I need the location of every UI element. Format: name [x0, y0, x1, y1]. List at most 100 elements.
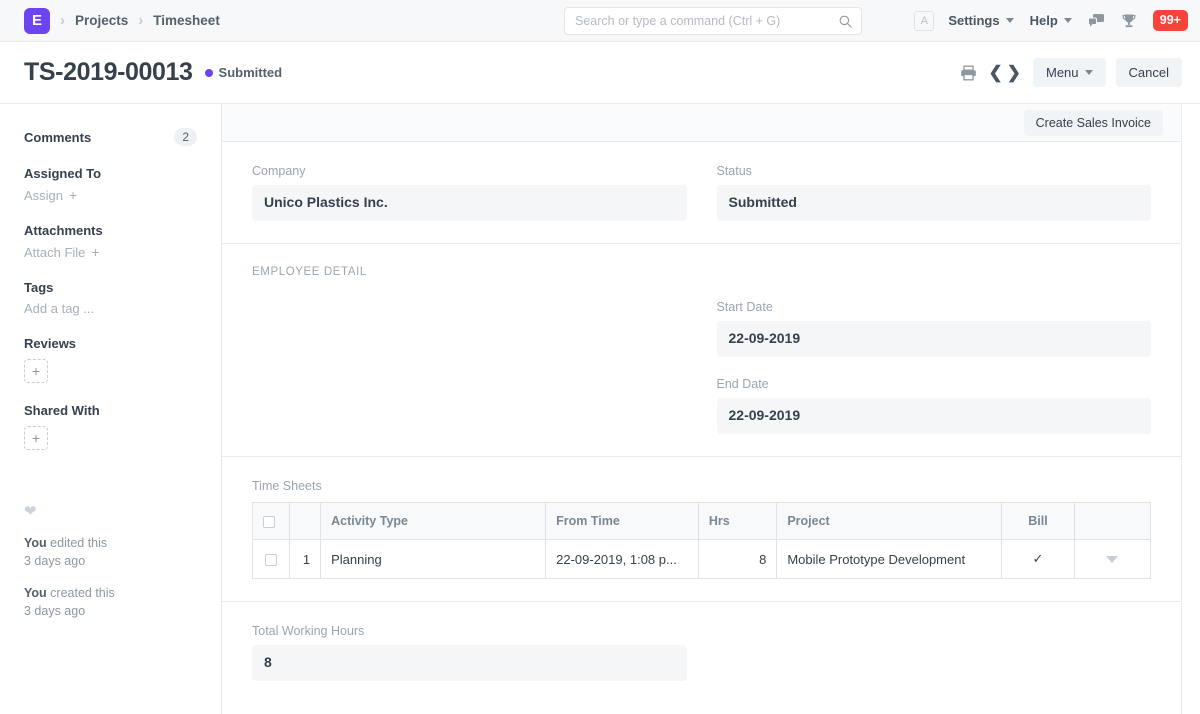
create-sales-invoice-button[interactable]: Create Sales Invoice: [1024, 110, 1163, 136]
cell-hrs[interactable]: 8: [698, 540, 776, 579]
user-avatar[interactable]: A: [914, 11, 934, 31]
chevron-down-icon: [1006, 18, 1014, 23]
cell-row-expand[interactable]: [1074, 540, 1150, 579]
notification-badge[interactable]: 99+: [1153, 10, 1188, 31]
company-value[interactable]: Unico Plastics Inc.: [252, 185, 687, 221]
chat-bubbles-icon[interactable]: [1088, 13, 1105, 29]
app-logo-letter: E: [32, 12, 42, 29]
settings-menu[interactable]: Settings: [948, 13, 1013, 28]
navbar-right-group: A Settings Help: [914, 10, 1188, 31]
activity-actor: You: [24, 536, 47, 550]
attach-file-button[interactable]: Attach File +: [24, 244, 197, 260]
title-actions: ❮ ❯ Menu Cancel: [960, 58, 1183, 87]
cell-bill-check-icon[interactable]: ✓: [1002, 540, 1074, 579]
heart-icon[interactable]: ❤: [24, 502, 197, 520]
page-body: Comments 2 Assigned To Assign + Attachme…: [0, 104, 1200, 714]
row-select-cell[interactable]: [253, 540, 290, 579]
row-index-header: [290, 503, 321, 540]
breadcrumb-projects[interactable]: Projects: [75, 13, 128, 28]
chevron-down-icon[interactable]: [1106, 556, 1118, 563]
sidebar-section-reviews: Reviews +: [24, 336, 197, 383]
avatar-letter: A: [921, 15, 928, 27]
sidebar-section-attachments: Attachments Attach File +: [24, 223, 197, 260]
plus-icon: +: [69, 187, 77, 203]
select-all-checkbox[interactable]: [263, 516, 275, 528]
comments-label: Comments: [24, 130, 91, 145]
activity-item: You edited this 3 days ago: [24, 534, 197, 570]
document-sidebar: Comments 2 Assigned To Assign + Attachme…: [0, 104, 222, 714]
field-total-working-hours: Total Working Hours 8: [252, 624, 687, 681]
menu-button[interactable]: Menu: [1033, 58, 1106, 87]
help-label: Help: [1030, 13, 1058, 28]
table-header-row: Activity Type From Time Hrs Project Bill: [253, 503, 1151, 540]
sidebar-section-shared-with: Shared With +: [24, 403, 197, 450]
column-actions: [1074, 503, 1150, 540]
assigned-to-label: Assigned To: [24, 166, 197, 181]
chevron-down-icon: [1064, 18, 1072, 23]
search-icon[interactable]: [838, 14, 853, 29]
field-company: Company Unico Plastics Inc.: [252, 164, 687, 221]
trophy-icon[interactable]: [1121, 13, 1137, 29]
row-checkbox[interactable]: [265, 554, 277, 566]
employee-detail-heading: EMPLOYEE DETAIL: [252, 266, 1151, 278]
employee-detail-left-column: [252, 300, 687, 434]
global-search[interactable]: [564, 7, 862, 35]
time-sheets-table: Activity Type From Time Hrs Project Bill…: [252, 502, 1151, 579]
activity-time: 3 days ago: [24, 554, 85, 568]
add-tag-input[interactable]: Add a tag ...: [24, 301, 197, 316]
cancel-button[interactable]: Cancel: [1116, 58, 1182, 87]
add-review-button[interactable]: +: [24, 359, 48, 383]
app-logo[interactable]: E: [24, 8, 50, 34]
tags-label: Tags: [24, 280, 197, 295]
add-shared-user-button[interactable]: +: [24, 426, 48, 450]
employee-detail-right-column: Start Date 22-09-2019 End Date 22-09-201…: [717, 300, 1152, 434]
sidebar-section-tags: Tags Add a tag ...: [24, 280, 197, 316]
end-date-value[interactable]: 22-09-2019: [717, 398, 1152, 434]
table-row[interactable]: 1 Planning 22-09-2019, 1:08 p... 8 Mobil…: [253, 540, 1151, 579]
breadcrumb-separator-icon: ›: [138, 12, 143, 29]
row-index: 1: [290, 540, 321, 579]
breadcrumb-timesheet[interactable]: Timesheet: [153, 13, 220, 28]
activity-time: 3 days ago: [24, 604, 85, 618]
cell-project[interactable]: Mobile Prototype Development: [777, 540, 1002, 579]
breadcrumb-separator-icon: ›: [60, 12, 65, 29]
shared-with-label: Shared With: [24, 403, 197, 418]
document-form: Create Sales Invoice Company Unico Plast…: [222, 104, 1182, 714]
search-input[interactable]: [575, 14, 838, 28]
next-document-button[interactable]: ❯: [1007, 64, 1021, 81]
section-company-status: Company Unico Plastics Inc. Status Submi…: [222, 142, 1181, 244]
chevron-down-icon: [1085, 70, 1093, 75]
top-navbar: E › Projects › Timesheet A Settings Help: [0, 0, 1200, 42]
printer-icon[interactable]: [960, 65, 977, 81]
cell-from-time[interactable]: 22-09-2019, 1:08 p...: [546, 540, 699, 579]
menu-label: Menu: [1046, 65, 1079, 80]
sidebar-section-comments[interactable]: Comments 2: [24, 128, 197, 146]
prev-document-button[interactable]: ❮: [989, 64, 1003, 81]
field-start-date: Start Date 22-09-2019: [717, 300, 1152, 357]
column-bill: Bill: [1002, 503, 1074, 540]
section-total-working-hours: Total Working Hours 8: [222, 602, 1181, 703]
status-value[interactable]: Submitted: [717, 185, 1152, 221]
attachments-label: Attachments: [24, 223, 197, 238]
column-activity-type: Activity Type: [321, 503, 546, 540]
settings-label: Settings: [948, 13, 999, 28]
section-employee-detail: EMPLOYEE DETAIL Start Date 22-09-2019 En…: [222, 244, 1181, 457]
sidebar-section-assigned-to: Assigned To Assign +: [24, 166, 197, 203]
column-project: Project: [777, 503, 1002, 540]
activity-action: edited this: [47, 536, 107, 550]
help-menu[interactable]: Help: [1030, 13, 1072, 28]
total-working-hours-value[interactable]: 8: [252, 645, 687, 681]
start-date-value[interactable]: 22-09-2019: [717, 321, 1152, 357]
start-date-label: Start Date: [717, 300, 1152, 314]
total-working-hours-label: Total Working Hours: [252, 624, 687, 638]
form-toolbar: Create Sales Invoice: [222, 104, 1181, 142]
assign-button[interactable]: Assign +: [24, 187, 197, 203]
document-title-bar: TS-2019-00013 Submitted ❮ ❯ Menu Cancel: [0, 42, 1200, 104]
reviews-label: Reviews: [24, 336, 197, 351]
field-status: Status Submitted: [717, 164, 1152, 221]
status-label: Status: [717, 164, 1152, 178]
cell-activity-type[interactable]: Planning: [321, 540, 546, 579]
select-all-header[interactable]: [253, 503, 290, 540]
company-label: Company: [252, 164, 687, 178]
column-from-time: From Time: [546, 503, 699, 540]
